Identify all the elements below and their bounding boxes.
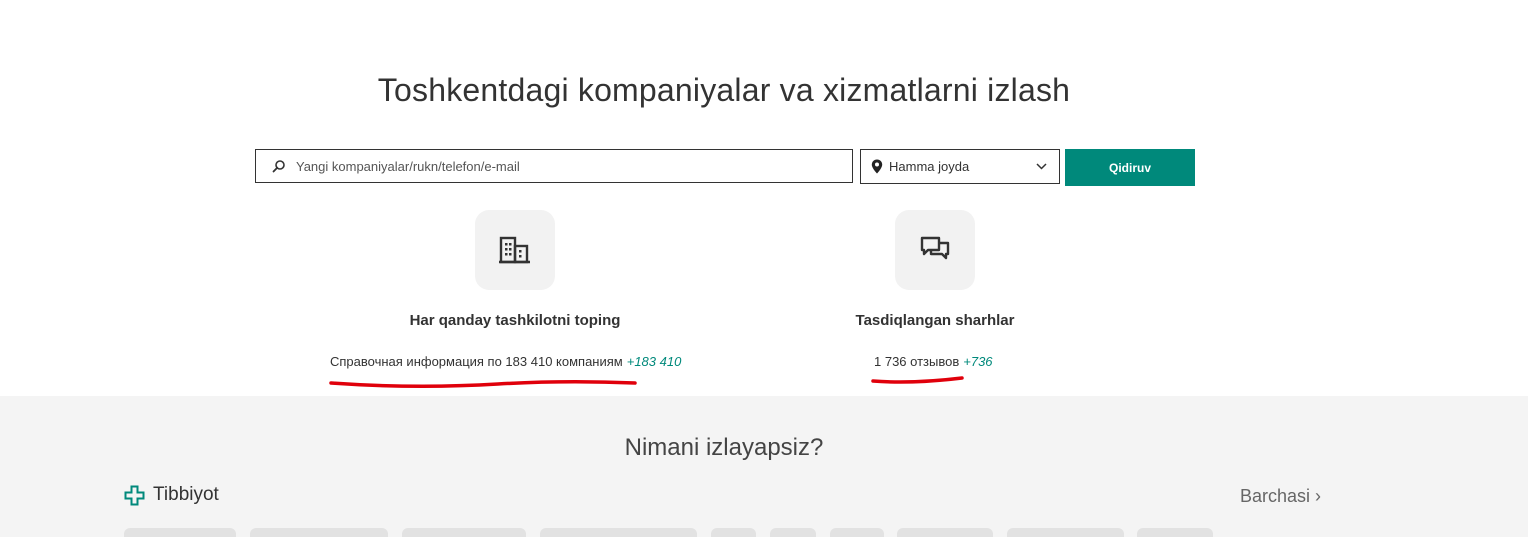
- category-chip[interactable]: [1137, 528, 1213, 537]
- medical-cross-icon: [124, 485, 145, 506]
- category-chip[interactable]: [711, 528, 756, 537]
- search-field[interactable]: [255, 149, 853, 183]
- feature-stat-delta: +736: [963, 354, 993, 369]
- chevron-down-icon: [1036, 163, 1047, 170]
- catalog-title: Nimani izlayapsiz?: [624, 434, 824, 461]
- category-chip[interactable]: [402, 528, 526, 537]
- feature-stat-organizations: Справочная информация по 183 410 компани…: [330, 354, 681, 369]
- category-label: Tibbiyot: [153, 484, 219, 505]
- page: Toshkentdagi kompaniyalar va xizmatlarni…: [0, 0, 1528, 537]
- category-chip[interactable]: [770, 528, 816, 537]
- page-title: Toshkentdagi kompaniyalar va xizmatlarni…: [377, 72, 1071, 108]
- feature-stat-delta: +183 410: [626, 354, 682, 369]
- feature-title-reviews: Tasdiqlangan sharhlar: [855, 312, 1015, 329]
- search-button[interactable]: Qidiruv: [1065, 149, 1195, 186]
- feature-stat-text: Справочная информация по 183 410 компани…: [330, 354, 623, 369]
- see-all-link[interactable]: Barchasi ›: [1240, 486, 1321, 507]
- category-heading-medicine[interactable]: Tibbiyot: [124, 484, 219, 506]
- buildings-icon: [475, 210, 555, 290]
- red-underline-annotation: [329, 379, 637, 388]
- feature-stat-reviews: 1 736 отзывов +736: [874, 354, 993, 369]
- feature-stat-text: 1 736 отзывов: [874, 354, 960, 369]
- location-selected-value: Hamma joyda: [889, 159, 970, 174]
- category-chip[interactable]: [1007, 528, 1124, 537]
- category-chip[interactable]: [250, 528, 388, 537]
- category-chip[interactable]: [540, 528, 697, 537]
- category-chip[interactable]: [124, 528, 236, 537]
- location-select[interactable]: Hamma joyda: [860, 149, 1060, 184]
- feature-title-organizations: Har qanday tashkilotni toping: [409, 312, 621, 329]
- red-underline-annotation: [871, 376, 964, 384]
- chat-bubbles-icon: [895, 210, 975, 290]
- search-input[interactable]: [296, 158, 852, 174]
- map-pin-icon: [871, 159, 883, 174]
- search-icon: [272, 159, 286, 173]
- catalog-section: Nimani izlayapsiz? Tibbiyot Barchasi ›: [0, 396, 1528, 537]
- category-chip[interactable]: [897, 528, 993, 537]
- category-chip[interactable]: [830, 528, 884, 537]
